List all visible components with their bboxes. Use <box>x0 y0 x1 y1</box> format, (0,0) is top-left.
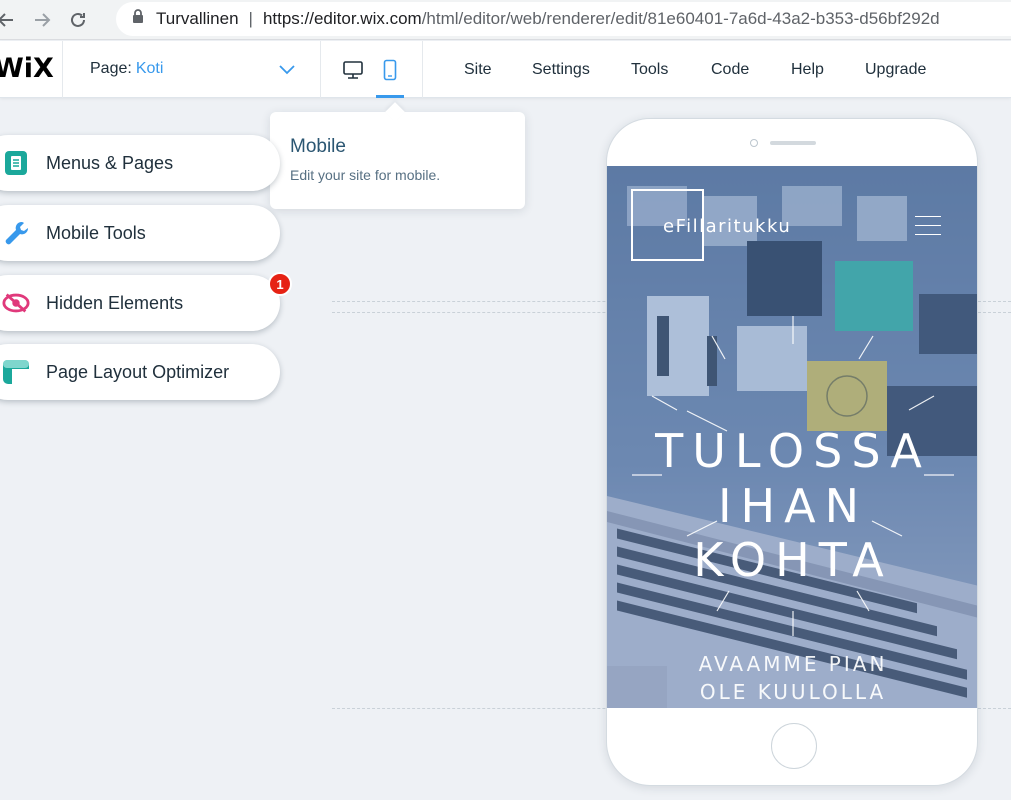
forward-arrow-icon[interactable] <box>28 6 56 34</box>
menu-site[interactable]: Site <box>464 61 492 79</box>
divider <box>62 41 63 98</box>
menus-pages-button[interactable]: Menus & Pages <box>0 135 280 191</box>
hero-heading-line-1: TULOSSA <box>655 424 931 478</box>
hero-heading-line-3: KOHTA <box>693 533 893 587</box>
hamburger-menu-icon[interactable] <box>915 216 941 243</box>
menu-settings[interactable]: Settings <box>532 61 590 79</box>
tooltip-subtitle: Edit your site for mobile. <box>290 167 441 183</box>
address-bar[interactable]: Turvallinen | https://editor.wix.com/htm… <box>116 2 1011 36</box>
lock-icon <box>132 9 144 29</box>
editor-top-bar: WiX Page: Koti Site Settings Tools Code … <box>0 41 1011 98</box>
mobile-tools-label: Mobile Tools <box>46 222 146 243</box>
divider <box>320 41 321 98</box>
address-separator: | <box>248 9 253 28</box>
page-layout-optimizer-label: Page Layout Optimizer <box>46 361 230 382</box>
url-path: /html/editor/web/renderer/edit/81e60401-… <box>421 9 940 28</box>
desktop-icon[interactable] <box>338 55 368 85</box>
page-selector[interactable]: Page: Koti <box>90 60 163 78</box>
site-preview-screen[interactable]: eFillaritukku TULOSSA IHAN KOHTA AVAAMME… <box>607 166 977 708</box>
menu-upgrade[interactable]: Upgrade <box>865 61 926 79</box>
menu-help[interactable]: Help <box>791 61 824 79</box>
hero-subtitle-line-1: AVAAMME PIAN <box>698 652 888 676</box>
back-arrow-icon[interactable] <box>0 6 20 34</box>
mobile-preview-phone: eFillaritukku TULOSSA IHAN KOHTA AVAAMME… <box>606 118 978 786</box>
secure-label: Turvallinen <box>156 9 239 28</box>
tooltip-title: Mobile <box>290 136 346 157</box>
hero-subtitle-line-2: OLE KUULOLLA <box>699 680 887 704</box>
divider <box>422 41 423 98</box>
mobile-icon[interactable] <box>375 55 405 85</box>
hidden-count-badge: 1 <box>268 272 292 296</box>
menu-tools[interactable]: Tools <box>631 61 668 79</box>
reload-icon[interactable] <box>64 6 92 34</box>
wrench-icon <box>2 219 30 247</box>
phone-speaker <box>770 141 816 145</box>
hidden-eye-icon <box>2 289 30 317</box>
hero-heading-line-2: IHAN <box>717 479 869 533</box>
hidden-elements-label: Hidden Elements <box>46 292 184 313</box>
mobile-tools-button[interactable]: Mobile Tools <box>0 205 280 261</box>
hidden-elements-button[interactable]: Hidden Elements <box>0 275 280 331</box>
camera-dot <box>750 139 758 147</box>
browser-toolbar: Turvallinen | https://editor.wix.com/htm… <box>0 0 1011 40</box>
menus-pages-icon <box>2 149 30 177</box>
tooltip-arrow <box>385 102 405 122</box>
chevron-down-icon[interactable] <box>279 62 295 80</box>
mobile-tooltip: Mobile Edit your site for mobile. <box>270 102 525 209</box>
site-brand-name[interactable]: eFillaritukku <box>663 216 791 237</box>
page-layout-optimizer-button[interactable]: Page Layout Optimizer <box>0 344 280 400</box>
page-value: Koti <box>135 60 164 77</box>
active-device-indicator <box>376 95 404 98</box>
menu-code[interactable]: Code <box>711 61 749 79</box>
url-host: https://editor.wix.com <box>262 9 422 28</box>
wix-logo[interactable]: WiX <box>0 53 54 84</box>
phone-home-button <box>771 723 817 769</box>
page-label: Page: <box>90 60 132 77</box>
layout-optimizer-icon <box>2 358 30 386</box>
menus-pages-label: Menus & Pages <box>46 152 174 173</box>
